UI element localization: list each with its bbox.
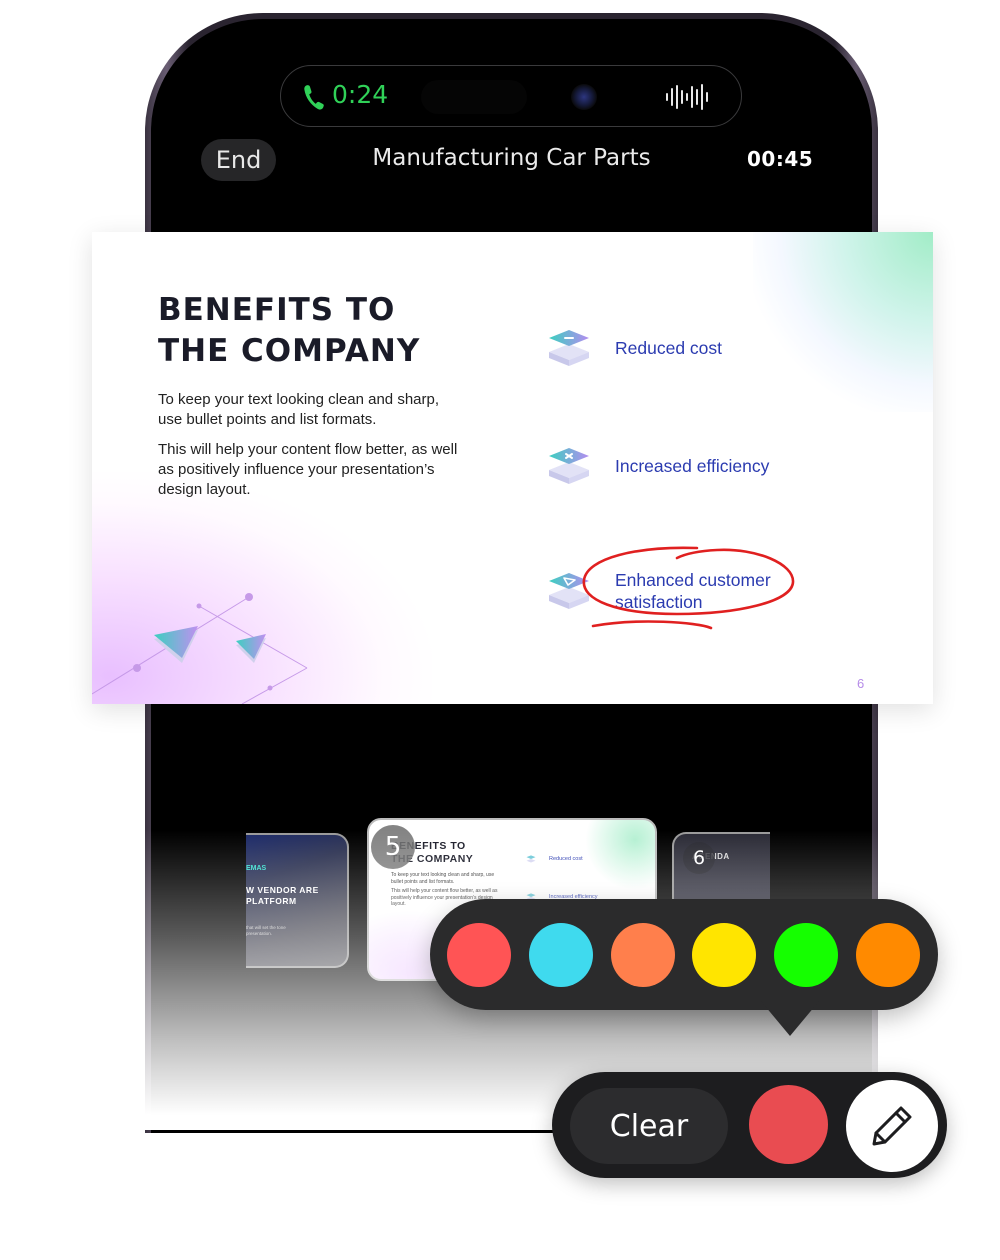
- clear-button[interactable]: Clear: [570, 1088, 728, 1164]
- phone-call-icon: [304, 85, 324, 110]
- color-swatch-coral[interactable]: [610, 922, 675, 987]
- thumbnail-benefit-label: Reduced cost: [549, 855, 583, 862]
- play-layer-icon: [549, 573, 589, 609]
- slide-paragraph: To keep your text looking clean and shar…: [158, 391, 440, 428]
- presentation-slide[interactable]: Benefits to the Company To keep your tex…: [92, 232, 933, 704]
- color-swatch-cyan[interactable]: [528, 922, 593, 987]
- gradient-decoration: [753, 232, 933, 412]
- slide-page-number: 6: [857, 676, 865, 691]
- slide-paragraph: This will help your content flow better,…: [158, 441, 458, 498]
- drawing-toolbar: Clear: [552, 1072, 947, 1178]
- triangle-decoration: [92, 593, 308, 704]
- presentation-timer: 00:45: [747, 147, 814, 171]
- benefit-item: Reduced cost: [547, 328, 722, 368]
- thumbnail-title: W VENDOR ARE PLATFORM: [246, 885, 319, 906]
- thumbnail-benefit: Reduced cost: [525, 854, 583, 863]
- thumbnail-paragraph: To keep your text looking clean and shar…: [391, 872, 495, 885]
- current-color-button[interactable]: [749, 1085, 828, 1164]
- audio-waveform-icon: [666, 84, 708, 110]
- pencil-tool-button[interactable]: [846, 1080, 938, 1172]
- layer-icon: [526, 855, 536, 863]
- color-swatch-red[interactable]: [447, 922, 511, 987]
- multiply-layer-icon: [549, 448, 589, 484]
- gradient-decoration: [585, 820, 655, 890]
- benefit-item: Increased efficiency: [547, 446, 769, 486]
- thumbnail-subtitle: that will set the tone presentation.: [246, 925, 286, 936]
- color-swatch-green[interactable]: [774, 922, 839, 987]
- thumbnail-previous-slide[interactable]: EMAS W VENDOR ARE PLATFORM that will set…: [246, 833, 349, 968]
- popover-pointer: [760, 1000, 820, 1036]
- benefit-label: Increased efficiency: [615, 456, 770, 476]
- slide-number-badge: 6: [683, 842, 715, 874]
- call-duration: 0:24: [332, 80, 389, 109]
- benefit-label: Enhanced customer satisfaction: [615, 570, 771, 612]
- benefit-label: Reduced cost: [615, 338, 723, 358]
- slide-body: To keep your text looking clean and shar…: [158, 390, 458, 510]
- color-palette-popover: [430, 899, 938, 1010]
- pencil-icon: [872, 1106, 912, 1146]
- color-swatch-orange[interactable]: [855, 922, 920, 987]
- color-swatch-yellow[interactable]: [692, 922, 757, 987]
- minus-layer-icon: [549, 330, 589, 366]
- camera-icon: [571, 84, 597, 110]
- dynamic-island[interactable]: 0:24: [280, 65, 742, 127]
- benefit-item: Enhanced customer satisfaction: [547, 569, 785, 613]
- slide-number-badge: 5: [371, 825, 415, 869]
- island-sensor: [421, 80, 527, 114]
- slide-title: Benefits to the Company: [158, 292, 421, 369]
- thumbnail-tag: EMAS: [246, 865, 267, 872]
